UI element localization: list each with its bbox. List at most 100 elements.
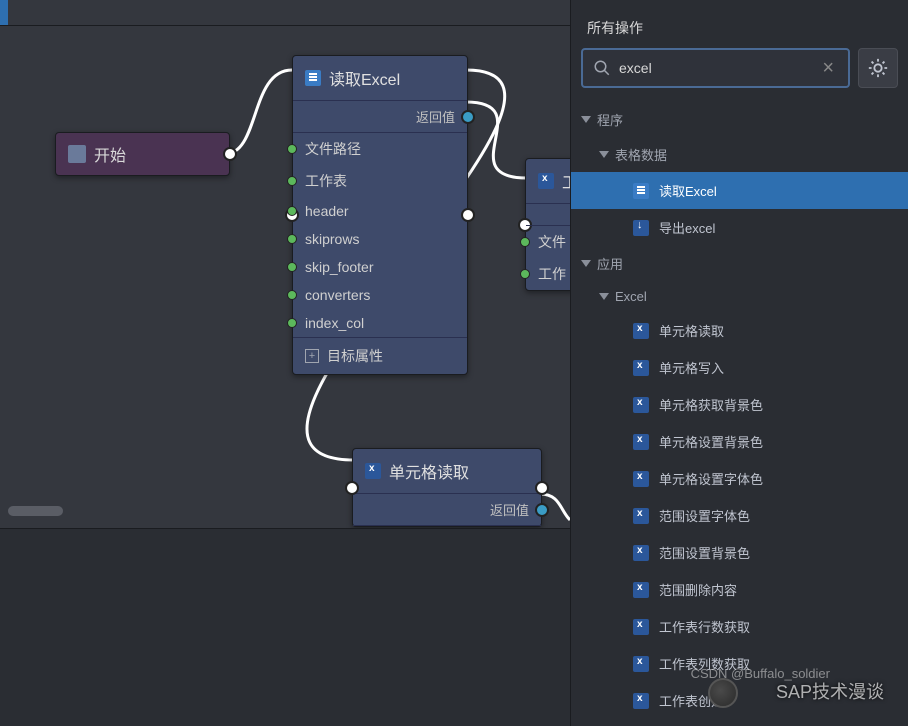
tree-item[interactable]: 单元格读取 [571,312,908,349]
port-return[interactable] [461,110,475,124]
item-label: 单元格获取背景色 [659,395,763,414]
horizontal-scrollbar[interactable] [8,506,63,516]
item-label: 导出excel [659,218,715,237]
tree-item[interactable]: 单元格获取背景色 [571,386,908,423]
port-param[interactable] [287,318,297,328]
group-label: 应用 [597,254,623,273]
group-label: 程序 [597,110,623,129]
chevron-down-icon [599,151,609,158]
port-return[interactable] [535,503,549,517]
plus-icon[interactable]: + [305,349,319,363]
node-param: header [293,197,467,225]
port-param[interactable] [287,144,297,154]
start-icon [68,145,86,163]
watermark-logo [708,678,738,708]
node-start[interactable]: 开始 [55,132,230,176]
group-label: Excel [615,289,647,304]
port-param[interactable] [287,234,297,244]
chevron-down-icon [581,260,591,267]
gear-icon [867,57,889,79]
param-label: 工作 [538,264,566,284]
tree-item[interactable]: 范围设置背景色 [571,534,908,571]
tree-item[interactable]: 范围删除内容 [571,571,908,608]
search-box[interactable]: × [581,48,850,88]
node-param: converters [293,281,467,309]
param-label: header [305,203,349,219]
search-icon [593,59,611,77]
watermark-text: SAP技术漫谈 [776,678,884,704]
port-param[interactable] [287,290,297,300]
excel-icon [633,397,649,413]
port-param[interactable] [520,237,530,247]
param-label: converters [305,287,370,303]
excel-icon [633,545,649,561]
node-title: 单元格读取 [389,459,469,483]
excel-icon [538,173,554,189]
excel-icon [633,471,649,487]
tree-item[interactable]: 单元格设置背景色 [571,423,908,460]
item-label: 单元格读取 [659,321,724,340]
canvas-accent [0,0,8,25]
bottom-panel [0,528,570,726]
tree-group-program[interactable]: 程序 [571,102,908,137]
node-param: 文件路径 [293,133,467,165]
port-param[interactable] [287,262,297,272]
node-title: 读取Excel [329,66,400,90]
excel-icon [633,619,649,635]
node-header: 读取Excel [293,56,467,101]
return-label: 返回值 [490,500,529,519]
node-param: skip_footer [293,253,467,281]
node-attr-row[interactable]: + 目标属性 [293,337,467,374]
node-return: 返回值 [353,494,541,526]
panel-title: 所有操作 [571,0,908,48]
port-param[interactable] [287,176,297,186]
search-input[interactable] [611,60,818,76]
clear-search-icon[interactable]: × [818,57,838,80]
item-label: 单元格写入 [659,358,724,377]
operations-panel: 所有操作 × 程序 表格数据 读取Excel [570,0,908,726]
return-label: 返回值 [416,107,455,126]
param-label: skip_footer [305,259,373,275]
tree-item[interactable]: 单元格写入 [571,349,908,386]
item-label: 单元格设置背景色 [659,432,763,451]
excel-icon [633,323,649,339]
param-label: 文件路径 [305,139,361,159]
tree-item[interactable]: 单元格设置字体色 [571,460,908,497]
tree-item-export-excel[interactable]: 导出excel [571,209,908,246]
port-out[interactable] [223,147,237,161]
item-label: 范围设置背景色 [659,543,750,562]
node-start-title: 开始 [94,142,126,166]
excel-icon [633,360,649,376]
settings-button[interactable] [858,48,898,88]
tree-item[interactable]: 工作表行数获取 [571,608,908,645]
tree-group-app[interactable]: 应用 [571,246,908,281]
node-param: index_col [293,309,467,337]
group-label: 表格数据 [615,145,667,164]
node-return: 返回值 [293,101,467,133]
tree-item-read-excel[interactable]: 读取Excel [571,172,908,209]
port-param[interactable] [520,269,530,279]
port-out[interactable] [535,481,549,495]
export-icon [633,220,649,236]
tree-group-excel[interactable]: Excel [571,281,908,312]
item-label: 读取Excel [659,181,717,200]
excel-icon [365,463,381,479]
tree-item[interactable]: 范围设置字体色 [571,497,908,534]
param-label: 文件 [538,232,566,252]
operations-tree: 程序 表格数据 读取Excel 导出excel 应用 Excel 单元格读取单元… [571,102,908,719]
item-label: 工作表行数获取 [659,617,750,636]
item-label: 范围删除内容 [659,580,737,599]
node-read-excel[interactable]: 读取Excel 返回值 文件路径工作表headerskiprowsskip_fo… [292,55,468,375]
tree-group-tabledata[interactable]: 表格数据 [571,137,908,172]
item-label: 单元格设置字体色 [659,469,763,488]
attr-label: 目标属性 [327,346,383,366]
port-in[interactable] [345,481,359,495]
canvas-divider [0,25,570,26]
port-param[interactable] [287,206,297,216]
excel-icon [633,656,649,672]
node-param: 工作表 [293,165,467,197]
node-canvas[interactable]: 开始 读取Excel 返回值 文件路径工作表headerskiprowsskip… [0,0,570,726]
param-label: 工作表 [305,171,347,191]
page-icon [633,183,649,199]
node-cell-read[interactable]: 单元格读取 返回值 [352,448,542,527]
